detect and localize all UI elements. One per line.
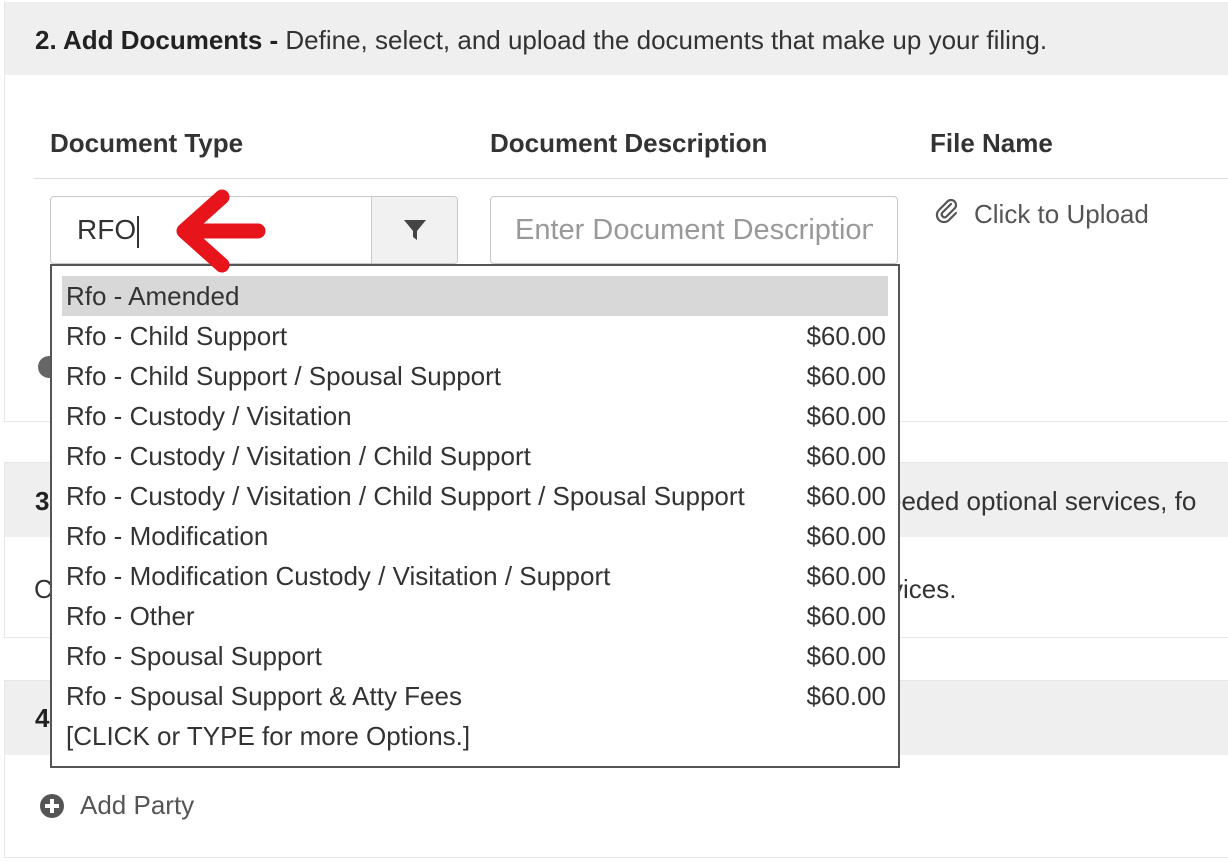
upload-label: Click to Upload bbox=[974, 199, 1149, 229]
dropdown-option-price: $60.00 bbox=[806, 361, 886, 391]
dropdown-option[interactable]: Rfo - Custody / Visitation $60.00 bbox=[62, 396, 888, 436]
document-type-dropdown[interactable]: Rfo - Amended Rfo - Child Support $60.00 Rf… bbox=[50, 264, 900, 768]
dropdown-option[interactable]: Rfo - Child Support $60.00 bbox=[62, 316, 888, 356]
dropdown-option-label: Rfo - Child Support bbox=[66, 321, 288, 351]
dropdown-option[interactable]: Rfo - Custody / Visitation / Child Suppo… bbox=[62, 436, 888, 476]
dropdown-option-price: $60.00 bbox=[806, 441, 886, 471]
dropdown-option-price: $60.00 bbox=[806, 641, 886, 671]
dropdown-option[interactable]: Rfo - Spousal Support & Atty Fees $60.00 bbox=[62, 676, 888, 716]
dropdown-option-price: $60.00 bbox=[806, 521, 886, 551]
dropdown-option-price: $60.00 bbox=[806, 561, 886, 591]
dropdown-option-label: Rfo - Custody / Visitation / Child Suppo… bbox=[66, 441, 531, 471]
dropdown-option-label: Rfo - Other bbox=[66, 601, 195, 631]
document-description-column-header: Document Description bbox=[490, 128, 768, 158]
dropdown-option-label: Rfo - Spousal Support & Atty Fees bbox=[66, 681, 462, 711]
section-2-title: 2. Add Documents - bbox=[35, 25, 279, 55]
dropdown-option[interactable]: [CLICK or TYPE for more Options.] bbox=[62, 716, 888, 756]
dropdown-option-price: $60.00 bbox=[806, 681, 886, 711]
add-party-button[interactable]: Add Party bbox=[40, 790, 194, 821]
text-caret bbox=[137, 215, 140, 248]
dropdown-option-price: $60.00 bbox=[806, 481, 886, 511]
filter-button[interactable] bbox=[371, 197, 457, 263]
section-2-description: Define, select, and upload the documents… bbox=[278, 25, 1048, 55]
dropdown-option[interactable]: Rfo - Child Support / Spousal Support $60… bbox=[62, 356, 888, 396]
dropdown-option-label: Rfo - Modification bbox=[66, 521, 269, 551]
section-3-number: 3 bbox=[35, 486, 50, 516]
dropdown-option-label: Rfo - Amended bbox=[66, 281, 240, 311]
dropdown-option-price: $60.00 bbox=[806, 321, 886, 351]
section-3-description: eeded optional services, fo bbox=[887, 486, 1197, 516]
dropdown-option[interactable]: Rfo - Modification Custody / Visitation … bbox=[62, 556, 888, 596]
dropdown-option-label: Rfo - Spousal Support bbox=[66, 641, 322, 671]
red-arrow-icon bbox=[176, 189, 266, 273]
dropdown-option-label: Rfo - Custody / Visitation / Child Suppo… bbox=[66, 481, 745, 511]
dropdown-option-label: Rfo - Modification Custody / Visitation … bbox=[66, 561, 611, 591]
dropdown-option[interactable]: Rfo - Other $60.00 bbox=[62, 596, 888, 636]
column-header-divider bbox=[34, 178, 1228, 179]
dropdown-option-label: Rfo - Child Support / Spousal Support bbox=[66, 361, 502, 391]
document-type-input-value: RFO bbox=[77, 214, 137, 245]
add-documents-header: 2. Add Documents - Define, select, and u… bbox=[5, 2, 1228, 75]
dropdown-option[interactable]: Rfo - Spousal Support $60.00 bbox=[62, 636, 888, 676]
dropdown-option-label: Rfo - Custody / Visitation bbox=[66, 401, 352, 431]
dropdown-option-price: $60.00 bbox=[806, 401, 886, 431]
plus-circle-icon bbox=[40, 793, 64, 818]
dropdown-option[interactable]: Rfo - Custody / Visitation / Child Suppo… bbox=[62, 476, 888, 516]
paperclip-icon bbox=[934, 198, 960, 231]
dropdown-option-price: $60.00 bbox=[806, 601, 886, 631]
dropdown-option[interactable]: Rfo - Modification $60.00 bbox=[62, 516, 888, 556]
add-party-label: Add Party bbox=[80, 790, 195, 820]
dropdown-option[interactable]: Rfo - Amended bbox=[62, 276, 888, 316]
file-name-column-header: File Name bbox=[930, 128, 1053, 158]
click-to-upload-link[interactable]: Click to Upload bbox=[934, 198, 1149, 231]
section-4-number: 4 bbox=[35, 703, 50, 733]
filter-icon bbox=[403, 220, 426, 240]
document-type-column-header: Document Type bbox=[50, 128, 244, 158]
document-description-input[interactable] bbox=[490, 196, 898, 264]
dropdown-option-label: [CLICK or TYPE for more Options.] bbox=[66, 721, 471, 751]
